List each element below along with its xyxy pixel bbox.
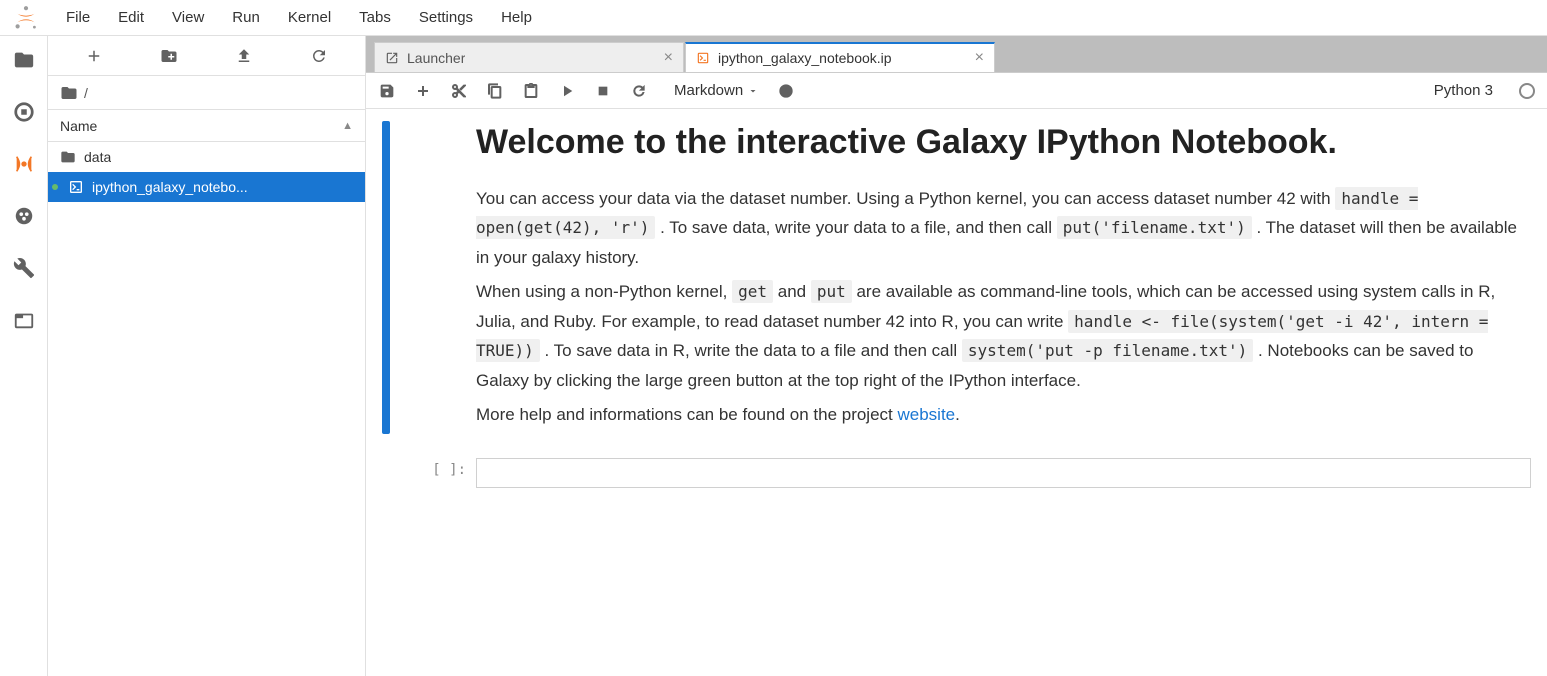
tab-notebook[interactable]: ipython_galaxy_notebook.ip ×: [685, 42, 995, 72]
code-cell[interactable]: [ ]:: [382, 458, 1531, 488]
menu-view[interactable]: View: [158, 3, 218, 32]
file-list-header-label: Name: [60, 118, 97, 134]
copy-icon[interactable]: [486, 82, 504, 100]
markdown-heading: Welcome to the interactive Galaxy IPytho…: [476, 121, 1531, 164]
settings-icon[interactable]: [12, 256, 36, 280]
close-icon[interactable]: ×: [975, 49, 984, 67]
tab-label: Launcher: [407, 50, 465, 66]
markdown-paragraph: More help and informations can be found …: [476, 400, 1531, 430]
chevron-down-icon: [747, 85, 759, 97]
markdown-cell[interactable]: Welcome to the interactive Galaxy IPytho…: [382, 121, 1531, 434]
file-browser: / Name ▲ data ipython_galaxy_notebo...: [48, 36, 366, 676]
close-icon[interactable]: ×: [664, 49, 673, 67]
upload-icon[interactable]: [232, 44, 256, 68]
paste-icon[interactable]: [522, 82, 540, 100]
new-launcher-icon[interactable]: [82, 44, 106, 68]
activity-bar: [0, 36, 48, 676]
inline-code: put('filename.txt'): [1057, 216, 1252, 239]
inline-code: put: [811, 280, 852, 303]
menu-edit[interactable]: Edit: [104, 3, 158, 32]
website-link[interactable]: website: [898, 405, 956, 424]
running-sessions-icon[interactable]: [12, 100, 36, 124]
markdown-paragraph: When using a non-Python kernel, get and …: [476, 277, 1531, 396]
commands-icon[interactable]: [12, 204, 36, 228]
file-list-header[interactable]: Name ▲: [48, 110, 365, 142]
restart-icon[interactable]: [630, 82, 648, 100]
new-folder-icon[interactable]: [157, 44, 181, 68]
kernel-status-icon[interactable]: [1519, 83, 1535, 99]
work-area: Launcher × ipython_galaxy_notebook.ip ×: [366, 36, 1547, 676]
menu-kernel[interactable]: Kernel: [274, 3, 345, 32]
stop-icon[interactable]: [594, 82, 612, 100]
cell-prompt: [ ]:: [402, 458, 476, 488]
cut-icon[interactable]: [450, 82, 468, 100]
save-icon[interactable]: [378, 82, 396, 100]
code-input[interactable]: [476, 458, 1531, 488]
notebook-body[interactable]: Welcome to the interactive Galaxy IPytho…: [366, 109, 1547, 676]
add-cell-icon[interactable]: [414, 82, 432, 100]
file-browser-icon[interactable]: [12, 48, 36, 72]
file-name: ipython_galaxy_notebo...: [92, 179, 248, 195]
schedule-icon[interactable]: [777, 82, 795, 100]
notebook-toolbar: Markdown Python 3: [366, 73, 1547, 109]
run-icon[interactable]: [558, 82, 576, 100]
tab-bar: Launcher × ipython_galaxy_notebook.ip ×: [366, 36, 1547, 72]
breadcrumb-path: /: [84, 85, 88, 101]
menu-settings[interactable]: Settings: [405, 3, 487, 32]
file-list: data ipython_galaxy_notebo...: [48, 142, 365, 676]
jupyter-logo: [12, 4, 40, 32]
file-browser-toolbar: [48, 36, 365, 76]
cell-prompt: [402, 121, 476, 434]
markdown-paragraph: You can access your data via the dataset…: [476, 184, 1531, 273]
refresh-icon[interactable]: [307, 44, 331, 68]
list-item[interactable]: data: [48, 142, 365, 172]
cell-type-select[interactable]: Markdown: [674, 82, 759, 99]
breadcrumb[interactable]: /: [48, 76, 365, 110]
menu-run[interactable]: Run: [218, 3, 274, 32]
inline-code: system('put -p filename.txt'): [962, 339, 1253, 362]
cell-content: Welcome to the interactive Galaxy IPytho…: [476, 121, 1531, 434]
top-menu: File Edit View Run Kernel Tabs Settings …: [0, 0, 1547, 36]
notebook-panel: Markdown Python 3 Welcome to the: [366, 72, 1547, 676]
running-indicator-icon: [52, 184, 58, 190]
list-item[interactable]: ipython_galaxy_notebo...: [48, 172, 365, 202]
tabs-icon[interactable]: [12, 308, 36, 332]
cell-type-label: Markdown: [674, 82, 743, 99]
tab-label: ipython_galaxy_notebook.ip: [718, 50, 892, 66]
git-icon[interactable]: [12, 152, 36, 176]
tab-launcher[interactable]: Launcher ×: [374, 42, 684, 72]
menu-tabs[interactable]: Tabs: [345, 3, 405, 32]
sort-arrow-icon: ▲: [342, 120, 353, 132]
kernel-name[interactable]: Python 3: [1434, 82, 1493, 99]
inline-code: get: [732, 280, 773, 303]
file-name: data: [84, 149, 111, 165]
cell-collapse-bar[interactable]: [382, 121, 390, 434]
menu-help[interactable]: Help: [487, 3, 546, 32]
menu-file[interactable]: File: [52, 3, 104, 32]
